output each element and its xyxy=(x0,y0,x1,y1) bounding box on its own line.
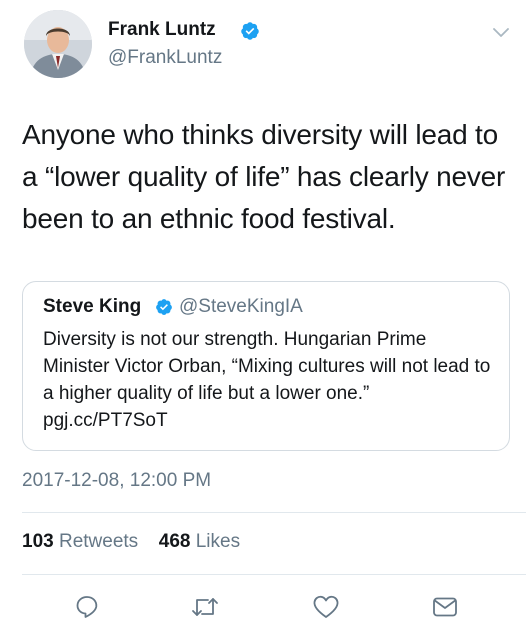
reply-icon xyxy=(76,596,98,618)
avatar-image xyxy=(24,10,92,78)
direct-message-button[interactable] xyxy=(430,592,460,622)
chevron-down-icon[interactable] xyxy=(492,25,510,39)
verified-badge-icon xyxy=(156,299,172,315)
retweet-button[interactable] xyxy=(190,592,220,622)
tweet-actions xyxy=(0,590,526,626)
retweets-stat[interactable]: 103 Retweets xyxy=(22,531,143,552)
quoted-author-name: Steve King xyxy=(43,296,142,317)
author-name[interactable]: Frank Luntz xyxy=(108,19,216,41)
tweet-stats: 103 Retweets 468 Likes xyxy=(22,531,240,553)
reply-button[interactable] xyxy=(72,592,102,622)
retweet-icon xyxy=(192,598,218,616)
likes-label: Likes xyxy=(195,531,241,552)
retweets-count: 103 xyxy=(22,531,54,552)
retweets-label: Retweets xyxy=(58,531,139,552)
quoted-tweet[interactable]: Steve King @SteveKingIA Diversity is not… xyxy=(22,281,510,451)
avatar[interactable] xyxy=(24,10,92,78)
likes-count: 468 xyxy=(158,531,191,552)
divider xyxy=(22,574,526,575)
heart-icon xyxy=(313,595,339,618)
tweet-header: Frank Luntz @FrankLuntz xyxy=(0,0,526,100)
like-button[interactable] xyxy=(311,592,341,622)
author-handle[interactable]: @FrankLuntz xyxy=(108,47,222,69)
envelope-icon xyxy=(433,597,457,617)
divider xyxy=(22,512,526,513)
likes-stat[interactable]: 468 Likes xyxy=(159,531,240,552)
quoted-author-handle: @SteveKingIA xyxy=(179,296,303,317)
verified-badge-icon xyxy=(241,22,259,40)
tweet-text: Anyone who thinks diversity will lead to… xyxy=(22,119,506,234)
quoted-tweet-text: Diversity is not our strength. Hungarian… xyxy=(43,329,491,431)
tweet-timestamp[interactable]: 2017-12-08, 12:00 PM xyxy=(22,470,211,492)
